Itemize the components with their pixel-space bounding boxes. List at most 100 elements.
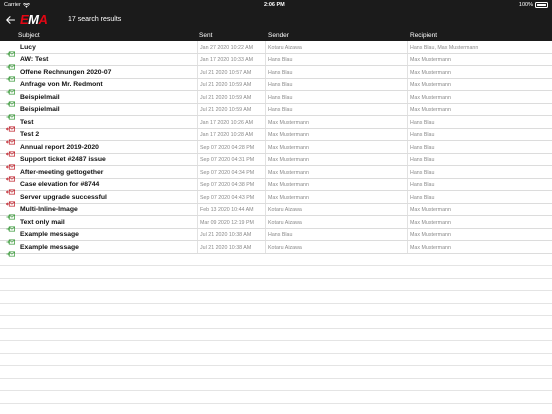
- column-divider: [407, 53, 408, 65]
- row-sent: Feb 13 2020 10:44 AM: [200, 207, 254, 213]
- table-row[interactable]: Text only mail Mar 09 2020 12:19 PM Kotaru…: [0, 216, 552, 232]
- back-button[interactable]: [2, 10, 18, 29]
- column-divider: [407, 116, 408, 128]
- table-row[interactable]: Offene Rechnungen 2020-07 Jul 21 2020 10:…: [0, 66, 552, 82]
- incoming-mail-icon: [6, 207, 15, 220]
- column-divider: [407, 103, 408, 115]
- table-row[interactable]: Anfrage von Mr. Redmont Jul 21 2020 10:59…: [0, 78, 552, 95]
- column-divider: [265, 216, 266, 228]
- table-row[interactable]: Example message Jul 21 2020 10:38 AM Kotar…: [0, 241, 552, 257]
- incoming-mail-icon: [6, 244, 15, 257]
- column-divider: [407, 153, 408, 165]
- table-row[interactable]: Annual report 2019-2020 Sep 07 2020 04:28…: [0, 141, 552, 157]
- row-sent: Sep 07 2020 04:31 PM: [200, 157, 255, 163]
- column-divider: [265, 191, 266, 203]
- column-divider: [197, 166, 198, 178]
- column-divider: [197, 153, 198, 165]
- row-recipient: Hans Blau: [410, 119, 435, 126]
- row-sent: Sep 07 2020 04:34 PM: [200, 169, 255, 176]
- empty-row: [0, 291, 552, 304]
- row-sender: Kotaru Aizawa: [268, 219, 302, 226]
- row-subject: Test 2: [20, 131, 40, 138]
- row-subject: Anfrage von Mr. Redmont: [20, 81, 103, 88]
- row-recipient: Hans Blau, Max Mustermann: [410, 44, 479, 51]
- incoming-mail-icon: [6, 69, 15, 82]
- row-subject: Beispielmail: [20, 93, 60, 101]
- wifi-icon: [22, 2, 30, 8]
- table-row[interactable]: Multi-Inline-Image Feb 13 2020 10:44 AM Ko…: [0, 203, 552, 220]
- column-divider: [407, 166, 408, 178]
- column-divider: [407, 216, 408, 228]
- row-recipient: Hans Blau: [410, 169, 435, 176]
- row-recipient: Max Mustermann: [410, 207, 451, 213]
- empty-row: [0, 379, 552, 391]
- row-recipient: Hans Blau: [410, 182, 435, 188]
- row-sent: Jan 17 2020 10:33 AM: [200, 57, 254, 63]
- column-divider: [197, 228, 198, 240]
- row-sender: Hans Blau: [268, 232, 293, 238]
- column-header-sender[interactable]: Sender: [268, 32, 289, 39]
- column-divider: [265, 78, 266, 90]
- table-row[interactable]: Example message Jul 21 2020 10:38 AM Hans …: [0, 228, 552, 245]
- table-row[interactable]: Case elevation for #8744 Sep 07 2020 04:3…: [0, 178, 552, 195]
- row-sent: Jul 21 2020 10:38 AM: [200, 244, 252, 251]
- table-row[interactable]: Test 2 Jan 17 2020 10:28 AM Max Mustermann…: [0, 128, 552, 145]
- table-row[interactable]: Beispielmail Jul 21 2020 10:59 AM Hans Bla…: [0, 103, 552, 120]
- row-subject: Support ticket #2487 issue: [20, 156, 106, 163]
- row-sent: Sep 07 2020 04:38 PM: [200, 182, 255, 188]
- row-sender: Hans Blau: [268, 82, 293, 88]
- row-subject: After-meeting gettogether: [20, 168, 104, 176]
- empty-row: [0, 266, 552, 279]
- column-divider: [265, 103, 266, 115]
- row-subject: Case elevation for #8744: [20, 181, 100, 188]
- row-recipient: Max Mustermann: [410, 94, 451, 101]
- search-result-count: 17 search results: [68, 16, 122, 23]
- empty-row: [0, 341, 552, 354]
- row-sender: Max Mustermann: [268, 182, 309, 188]
- column-divider: [197, 141, 198, 153]
- status-left: Carrier: [4, 2, 30, 8]
- row-sender: Max Mustermann: [268, 132, 309, 138]
- incoming-mail-icon: [6, 219, 15, 232]
- table-row[interactable]: Lucy Jan 27 2020 10:22 AM Kotaru Aizawa Han…: [0, 41, 552, 57]
- column-divider: [407, 141, 408, 153]
- column-divider: [265, 228, 266, 240]
- table-row[interactable]: Support ticket #2487 issue Sep 07 2020 04…: [0, 153, 552, 170]
- row-sent: Jan 17 2020 10:28 AM: [200, 132, 254, 138]
- incoming-mail-icon: [6, 82, 15, 95]
- column-header-subject[interactable]: Subject: [18, 32, 40, 39]
- table-row[interactable]: Beispielmail Jul 21 2020 10:59 AM Hans Bla…: [0, 91, 552, 107]
- column-divider: [197, 116, 198, 128]
- row-subject: Example message: [20, 231, 79, 238]
- outgoing-mail-icon: [5, 119, 15, 132]
- row-recipient: Max Mustermann: [410, 57, 451, 63]
- column-divider: [265, 53, 266, 65]
- column-divider: [197, 78, 198, 90]
- column-divider: [197, 91, 198, 103]
- table-row[interactable]: Test Jan 17 2020 10:26 AM Max Mustermann Ha…: [0, 116, 552, 132]
- table-row[interactable]: After-meeting gettogether Sep 07 2020 04:…: [0, 166, 552, 182]
- row-sender: Max Mustermann: [268, 194, 309, 201]
- table-row[interactable]: Server upgrade successful Sep 07 2020 04:…: [0, 191, 552, 207]
- column-divider: [197, 191, 198, 203]
- row-subject: Text only mail: [20, 218, 65, 226]
- outgoing-mail-icon: [5, 132, 15, 145]
- column-header-sent[interactable]: Sent: [199, 32, 212, 39]
- empty-row: [0, 316, 552, 329]
- column-divider: [197, 241, 198, 253]
- row-recipient: Max Mustermann: [410, 69, 451, 76]
- table-row[interactable]: AW: Test Jan 17 2020 10:33 AM Hans Blau Max…: [0, 53, 552, 70]
- row-recipient: Hans Blau: [410, 157, 435, 163]
- column-header-recipient[interactable]: Recipient: [410, 32, 437, 39]
- outgoing-mail-icon: [5, 194, 15, 207]
- column-divider: [407, 191, 408, 203]
- column-divider: [265, 203, 266, 215]
- column-divider: [197, 128, 198, 140]
- row-recipient: Max Mustermann: [410, 82, 451, 88]
- row-sender: Hans Blau: [268, 94, 293, 101]
- incoming-mail-icon: [6, 232, 15, 245]
- column-divider: [265, 128, 266, 140]
- column-divider: [265, 66, 266, 78]
- row-subject: Server upgrade successful: [20, 193, 107, 201]
- column-divider: [197, 41, 198, 53]
